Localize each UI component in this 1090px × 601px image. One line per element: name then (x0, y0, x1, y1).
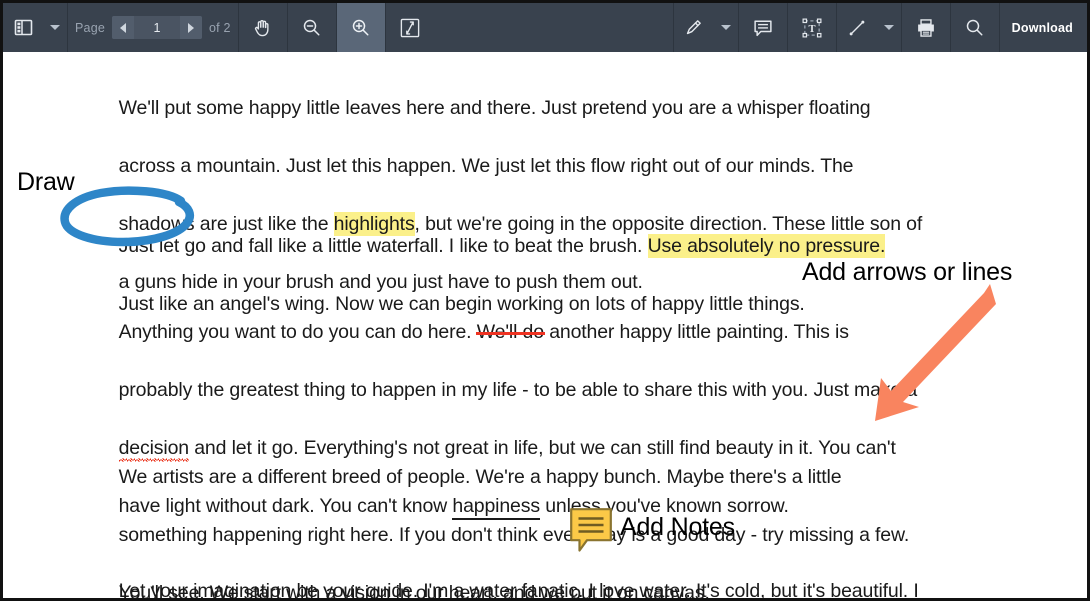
line-tool-button[interactable] (837, 3, 877, 52)
p5-line1: Let your imagination be your guide. I'm … (118, 580, 919, 601)
toolbar-left-group: Page of 2 (3, 3, 434, 52)
strikethrough-well-do: We'll do (476, 321, 544, 343)
panel-thumbnails-icon (14, 18, 33, 37)
triangle-left-icon (120, 22, 126, 33)
page-navigation-group: Page of 2 (68, 3, 238, 52)
p2-circled-text: Just let go (118, 235, 206, 257)
p3-line1-post: another happy little painting. This is (543, 321, 849, 343)
page-count-label: of 2 (209, 20, 231, 35)
highlight-no-pressure: Use absolutely no pressure. (647, 234, 886, 258)
page-label: Page (75, 20, 105, 35)
toolbar-right-group: T Download (672, 3, 1087, 52)
svg-text:T: T (808, 24, 815, 35)
search-button[interactable] (951, 3, 999, 52)
sticky-note-icon[interactable] (569, 507, 613, 553)
highlighter-pen-icon (683, 17, 704, 38)
paragraph-5: Let your imagination be your guide. I'm … (87, 548, 1017, 601)
magnifier-plus-icon (350, 17, 371, 38)
pan-tool-button[interactable] (239, 3, 287, 52)
speech-bubble-icon (752, 17, 774, 39)
arrows-annotation-label: Add arrows or lines (802, 258, 1013, 286)
p1-line1: We'll put some happy little leaves here … (118, 97, 871, 119)
highlighter-options-caret[interactable] (714, 3, 738, 52)
expand-arrows-icon (399, 17, 421, 39)
line-options-caret[interactable] (877, 3, 901, 52)
hand-icon (252, 17, 274, 39)
p3-line2: probably the greatest thing to happen in… (118, 379, 918, 401)
triangle-right-icon (188, 22, 194, 33)
p3-line1-pre: Anything you want to do you can do here. (118, 321, 477, 343)
chevron-down-icon (50, 25, 60, 30)
p1-line2: across a mountain. Just let this happen.… (118, 155, 854, 177)
magnifier-icon (964, 17, 985, 38)
textbox-tool-button[interactable]: T (788, 3, 836, 52)
chevron-down-icon (883, 25, 894, 30)
next-page-button[interactable] (180, 16, 202, 39)
magnifier-minus-icon (301, 17, 322, 38)
sidebar-toggle-button[interactable] (3, 3, 43, 52)
notes-annotation-label: Add Notes (620, 513, 735, 541)
draw-annotation-label: Draw (17, 168, 75, 196)
printer-icon (915, 17, 937, 39)
chevron-down-icon (720, 25, 731, 30)
page-nav (112, 16, 202, 39)
sidebar-options-caret[interactable] (43, 3, 67, 52)
text-box-icon: T (801, 17, 823, 39)
pdf-viewer-window: Page of 2 (0, 0, 1090, 601)
toolbar: Page of 2 (3, 3, 1087, 52)
download-button[interactable]: Download (1000, 3, 1087, 52)
page-number-input[interactable] (134, 16, 180, 39)
fit-to-screen-button[interactable] (386, 3, 434, 52)
zoom-out-button[interactable] (288, 3, 336, 52)
document-page[interactable]: We'll put some happy little leaves here … (3, 52, 1087, 601)
comment-tool-button[interactable] (739, 3, 787, 52)
highlighter-tool-button[interactable] (674, 3, 714, 52)
print-button[interactable] (902, 3, 950, 52)
p4-line1: We artists are a different breed of peop… (118, 466, 842, 488)
p2-line1-mid: and fall like a little waterfall. I like… (205, 235, 648, 257)
zoom-in-button[interactable] (336, 3, 385, 52)
diagonal-line-icon (846, 17, 868, 39)
previous-page-button[interactable] (112, 16, 134, 39)
p4-line2: something happening right here. If you d… (118, 524, 910, 546)
